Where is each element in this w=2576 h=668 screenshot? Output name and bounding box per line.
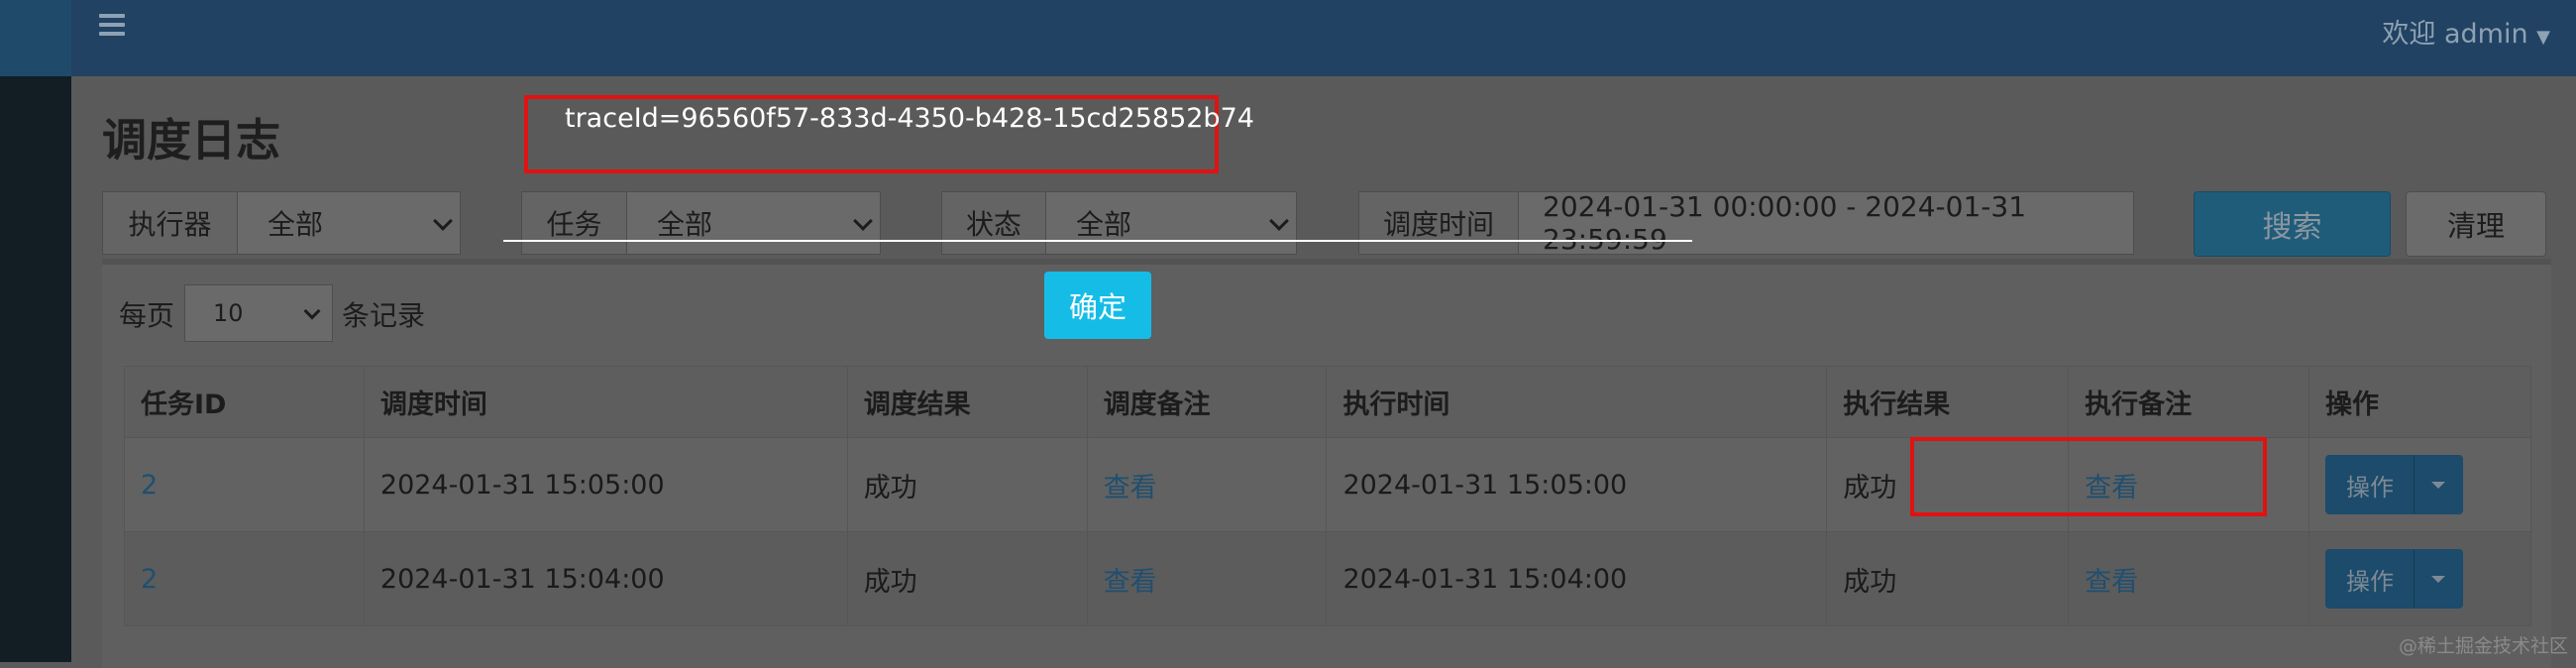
job-id-link[interactable]: 2 [141,470,158,501]
executor-select-value: 全部 [268,208,324,241]
column-header: 任务ID [124,366,365,438]
divider-line [503,240,1692,242]
user-menu[interactable]: 欢迎 admin ▼ [2382,12,2550,51]
page-title: 调度日志 [102,114,281,167]
executor-filter-label: 执行器 [103,192,238,254]
chevron-down-icon [433,211,453,231]
page-size-select[interactable]: 10 [184,284,333,342]
chevron-down-icon [1269,211,1289,231]
status-filter-label: 状态 [942,192,1046,254]
operation-dropdown[interactable]: 操作 [2324,455,2463,514]
search-button[interactable]: 搜索 [2194,191,2391,257]
user-menu-label: 欢迎 admin [2382,19,2528,50]
clear-button[interactable]: 清理 [2406,191,2546,257]
sidebar [0,0,71,662]
job-id-link[interactable]: 2 [141,564,158,595]
column-header: 执行结果 [1826,366,2070,438]
sidebar-logo-area [0,0,71,76]
job-filter-label: 任务 [522,192,627,254]
executor-select[interactable]: 全部 [238,192,460,254]
status-select[interactable]: 全部 [1046,192,1296,254]
page-size-value: 10 [213,299,244,327]
job-select[interactable]: 全部 [627,192,880,254]
executor-filter[interactable]: 执行器 全部 [102,191,461,255]
job-select-value: 全部 [657,208,713,241]
handle-result: 成功 [1826,531,2070,626]
hamburger-icon[interactable] [99,14,125,38]
table-header-row: 任务ID 调度时间 调度结果 调度备注 执行时间 执行结果 执行备注 操作 [124,366,2532,438]
trigger-msg-link[interactable]: 查看 [1104,567,1157,598]
column-header: 执行时间 [1326,366,1828,438]
time-filter[interactable]: 调度时间 2024-01-31 00:00:00 - 2024-01-31 23… [1358,190,2134,256]
table-row: 2 2024-01-31 15:04:00 成功 查看 2024-01-31 1… [124,531,2532,626]
trigger-result: 成功 [846,531,1088,626]
per-page-prefix: 每页 [119,299,175,332]
status-filter[interactable]: 状态 全部 [941,191,1297,255]
confirm-button[interactable]: 确定 [1044,272,1151,339]
trigger-time: 2024-01-31 15:04:00 [363,531,848,626]
handle-msg-link[interactable]: 查看 [2085,567,2138,598]
per-page-suffix: 条记录 [342,299,426,332]
trigger-time: 2024-01-31 15:05:00 [363,437,848,532]
column-header: 操作 [2308,366,2532,438]
trace-id-text: traceId=96560f57-833d-4350-b428-15cd2585… [565,103,1254,134]
handle-msg-highlight [1910,437,2267,516]
handle-time: 2024-01-31 15:04:00 [1326,531,1828,626]
chevron-down-icon [303,302,321,320]
operation-dropdown[interactable]: 操作 [2324,549,2463,609]
handle-time: 2024-01-31 15:05:00 [1326,437,1828,532]
chevron-down-icon [853,211,873,231]
trigger-msg-link[interactable]: 查看 [1104,473,1157,503]
watermark: @稀土掘金技术社区 [2398,635,2568,657]
column-header: 调度备注 [1086,366,1328,438]
operation-button[interactable]: 操作 [2325,550,2415,608]
time-range-input[interactable]: 2024-01-31 00:00:00 - 2024-01-31 23:59:5… [1519,190,2133,256]
operation-button[interactable]: 操作 [2325,456,2415,513]
caret-down-icon[interactable] [2414,456,2462,513]
status-select-value: 全部 [1076,208,1132,241]
caret-down-icon[interactable] [2414,550,2462,608]
column-header: 执行备注 [2068,366,2309,438]
job-filter[interactable]: 任务 全部 [521,191,881,255]
column-header: 调度时间 [363,366,848,438]
caret-down-icon: ▼ [2536,27,2550,48]
top-navbar [71,0,2576,76]
trigger-result: 成功 [846,437,1088,532]
time-filter-label: 调度时间 [1359,192,1519,254]
column-header: 调度结果 [846,366,1088,438]
